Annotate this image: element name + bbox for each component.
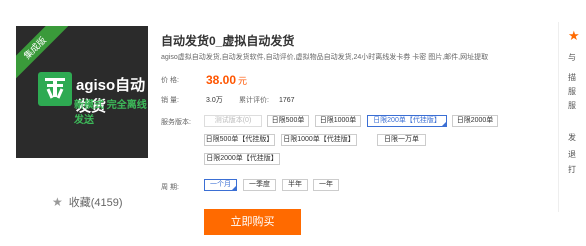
favorite-label: 收藏(4159) [68,197,123,209]
star-icon: ★ [568,28,580,43]
version-option[interactable]: 日限2000单【代挂版】 [204,153,280,165]
side-text: 发 [568,133,576,142]
version-label: 服务版本: [161,119,191,126]
image-slogan-text: 新模式 完全离线发送 [74,100,147,126]
period-option-selected[interactable]: 一个月 [204,179,237,191]
version-option[interactable]: 测试版本(0) [204,115,262,127]
side-text: 描 [568,73,576,82]
version-option[interactable]: 日限500单 [267,115,309,127]
side-text: 退 [568,150,576,159]
sales-row: 销 量: 3.0万 累计评价: 1767 [161,95,295,105]
version-option[interactable]: 日限2000单 [452,115,498,127]
version-option[interactable]: 日限1000单【代挂版】 [281,134,357,146]
star-icon: ★ [52,195,63,209]
side-text: 服 [568,87,576,96]
side-text: 服 [568,101,576,110]
sales-value: 3.0万 [206,97,223,104]
version-option[interactable]: 日限1000单 [315,115,361,127]
price-label: 价 格: [161,77,179,84]
favorite-button[interactable]: ★ 收藏(4159) [52,194,123,210]
agiso-logo-icon [38,72,72,106]
version-label-row: 服务版本: [161,117,206,127]
side-text: 打 [568,165,576,174]
price-value: 38.00 [206,73,237,87]
product-description: agiso虚拟自动发货,自动发货软件,自动评价,虚拟物品自动发货,24小时离线发… [161,54,489,61]
side-divider [558,22,559,212]
reviews-label: 累计评价: [239,97,269,104]
period-option[interactable]: 一年 [313,179,339,191]
product-title: 自动发货0_虚拟自动发货 [161,34,295,48]
price-unit: 元 [238,75,248,86]
price-row: 价 格: 38.00 元 [161,73,247,87]
reviews-value: 1767 [278,96,295,104]
product-image: 集成版 agiso自动发货 新模式 完全离线发送 [16,26,148,158]
version-option[interactable]: 日限500单【代挂版】 [204,134,275,146]
side-text: 与 [568,53,576,62]
version-option-selected[interactable]: 日限200单【代挂版】 [367,115,447,127]
buy-now-button[interactable]: 立即购买 [204,209,301,235]
period-label: 周 期: [161,184,179,191]
period-option[interactable]: 半年 [282,179,308,191]
sales-label: 销 量: [161,97,179,104]
period-label-row: 周 期: [161,182,206,192]
version-option[interactable]: 日限一万单 [377,134,426,146]
period-option[interactable]: 一季度 [243,179,276,191]
